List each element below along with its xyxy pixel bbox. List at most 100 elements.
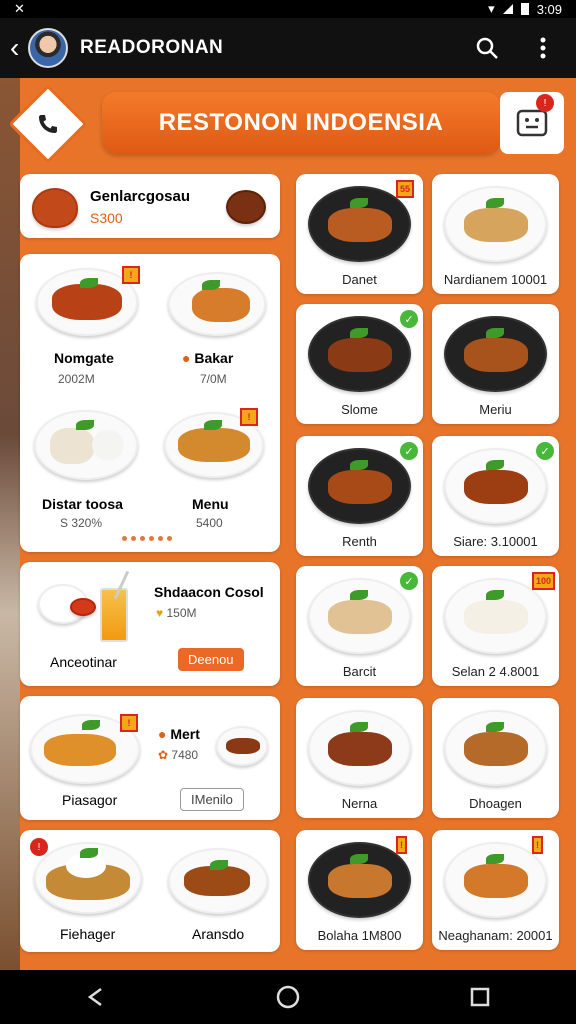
rice-image bbox=[34, 842, 142, 914]
avatar[interactable] bbox=[28, 28, 68, 68]
dish-price: S 320% bbox=[60, 516, 103, 530]
close-icon: ✕ bbox=[14, 1, 25, 16]
featured-soup-card[interactable]: Genlarcgosau S300 bbox=[20, 174, 280, 238]
restaurant-banner: RESTONON INDOENSIA bbox=[102, 92, 500, 154]
menu-item-label: Neaghanam: 20001 bbox=[438, 928, 553, 943]
dish-image[interactable] bbox=[168, 272, 266, 336]
badge-icon: 100 bbox=[532, 572, 556, 590]
signal-icon bbox=[502, 4, 513, 14]
menu-item-card[interactable]: ! Neaghanam: 20001 bbox=[432, 830, 559, 950]
dish-name: Distar toosa bbox=[42, 496, 123, 512]
system-nav-bar bbox=[0, 970, 576, 1024]
menu-item-label: Dhoagen bbox=[469, 796, 522, 811]
dish-price: 7/0M bbox=[200, 372, 227, 386]
checkmark-icon: ✓ bbox=[400, 442, 418, 460]
soup-bowl-image-2 bbox=[226, 190, 266, 224]
menu-item-label: Danet bbox=[342, 272, 377, 287]
nav-recents-icon[interactable] bbox=[469, 986, 491, 1008]
notification-badge: ! bbox=[30, 838, 48, 856]
drink-price: ♥ 150M bbox=[156, 606, 197, 620]
notification-badge: ! bbox=[536, 94, 554, 112]
chili-icon: ● bbox=[158, 726, 167, 742]
app-title: READORONAN bbox=[80, 37, 224, 58]
dish-price: 2002M bbox=[58, 372, 95, 386]
menu-item-card[interactable]: ✓ Renth bbox=[296, 436, 423, 556]
menu-item-label: Renth bbox=[342, 534, 377, 549]
carousel-dots[interactable] bbox=[122, 536, 172, 541]
menu-button[interactable]: IMenilo bbox=[180, 788, 244, 811]
dish-image bbox=[444, 448, 547, 524]
menu-item-card[interactable]: 100 Selan 2 4.8001 bbox=[432, 566, 559, 686]
dish-name: ● Mert bbox=[158, 726, 200, 742]
menu-item-label: Siare: 3.10001 bbox=[453, 534, 538, 549]
menu-item-label: Nerna bbox=[341, 796, 378, 811]
menu-item-card[interactable]: Nardianem 10001 bbox=[432, 174, 559, 294]
search-icon[interactable] bbox=[474, 35, 500, 61]
more-vert-icon[interactable] bbox=[530, 35, 556, 61]
checkmark-icon: ✓ bbox=[400, 572, 418, 590]
restaurant-title: RESTONON INDOENSIA bbox=[158, 109, 444, 136]
drink-label: Anceotinar bbox=[50, 654, 117, 670]
sate-plate-image bbox=[168, 848, 268, 914]
heart-icon: ♥ bbox=[156, 606, 164, 620]
dish-price: 5400 bbox=[196, 516, 223, 530]
badge-icon: ! bbox=[532, 836, 543, 854]
dish-grid-card: ! Nomgate 2002M ● Bakar 7/0M ! Distar to… bbox=[20, 254, 280, 552]
dish-price: S300 bbox=[90, 210, 123, 226]
promo-tag-icon: ! bbox=[122, 266, 140, 284]
dish-image bbox=[308, 316, 411, 392]
dish-name: Piasagor bbox=[62, 792, 118, 808]
menu-board-icon bbox=[516, 109, 548, 137]
status-bar: ✕ ▾ 3:09 bbox=[0, 0, 576, 18]
menu-item-card[interactable]: ! Bolaha 1M800 bbox=[296, 830, 423, 950]
wifi-icon: ▾ bbox=[488, 1, 495, 16]
dish-image bbox=[444, 186, 547, 262]
menu-item-label: Selan 2 4.8001 bbox=[451, 664, 540, 679]
rice-card[interactable]: ! Fiehager Aransdo bbox=[20, 830, 280, 952]
checkmark-icon: ✓ bbox=[536, 442, 554, 460]
dish-name: Fiehager bbox=[60, 926, 116, 942]
dish-name: ● Bakar bbox=[182, 350, 234, 366]
dish-price: ✿ 7480 bbox=[158, 748, 199, 762]
background-photo bbox=[0, 78, 20, 970]
dish-name: Menu bbox=[192, 496, 229, 512]
menu-item-label: Slome bbox=[341, 402, 378, 417]
battery-icon bbox=[520, 3, 529, 15]
call-button[interactable] bbox=[8, 84, 88, 164]
cart-button[interactable]: ! bbox=[500, 92, 564, 154]
chili-icon: ● bbox=[182, 350, 191, 366]
drink-card[interactable]: Shdaacon Cosol ♥ 150M Anceotinar Deenou bbox=[20, 562, 280, 686]
menu-item-card[interactable]: ✓ Barcit bbox=[296, 566, 423, 686]
checkmark-icon: ✓ bbox=[400, 310, 418, 328]
nav-home-icon[interactable] bbox=[276, 985, 300, 1009]
nav-back-icon[interactable] bbox=[85, 986, 107, 1008]
promo-tag-icon: ! bbox=[240, 408, 258, 426]
promo-tag-icon: ! bbox=[120, 714, 138, 732]
dish-image bbox=[308, 710, 411, 786]
dish-image bbox=[308, 578, 411, 654]
sate-image bbox=[216, 726, 268, 766]
menu-item-card[interactable]: Nerna bbox=[296, 698, 423, 818]
menu-item-card[interactable]: 55 Danet bbox=[296, 174, 423, 294]
menu-item-card[interactable]: ✓ Slome bbox=[296, 304, 423, 424]
dish-image bbox=[444, 710, 547, 786]
menu-item-label: Barcit bbox=[342, 664, 377, 679]
menu-item-label: Meriu bbox=[479, 402, 512, 417]
plantain-card[interactable]: ! ● Mert ✿ 7480 Piasagor IMenilo bbox=[20, 696, 280, 820]
back-icon[interactable]: ‹ bbox=[10, 34, 24, 62]
menu-item-card[interactable]: ✓ Siare: 3.10001 bbox=[432, 436, 559, 556]
drink-name: Shdaacon Cosol bbox=[154, 584, 264, 600]
menu-item-label: Nardianem 10001 bbox=[443, 272, 548, 287]
status-time: 3:09 bbox=[536, 1, 562, 17]
phone-icon bbox=[39, 115, 57, 133]
badge-icon: ! bbox=[396, 836, 407, 854]
menu-item-card[interactable]: Meriu bbox=[432, 304, 559, 424]
dish-image[interactable] bbox=[34, 410, 138, 480]
dish-name: Nomgate bbox=[54, 350, 114, 366]
order-button[interactable]: Deenou bbox=[178, 648, 244, 671]
badge-icon: 55 bbox=[396, 180, 415, 198]
dish-name: Aransdo bbox=[192, 926, 245, 942]
dish-image bbox=[308, 448, 411, 524]
dish-name: Genlarcgosau bbox=[90, 188, 191, 205]
menu-item-card[interactable]: Dhoagen bbox=[432, 698, 559, 818]
